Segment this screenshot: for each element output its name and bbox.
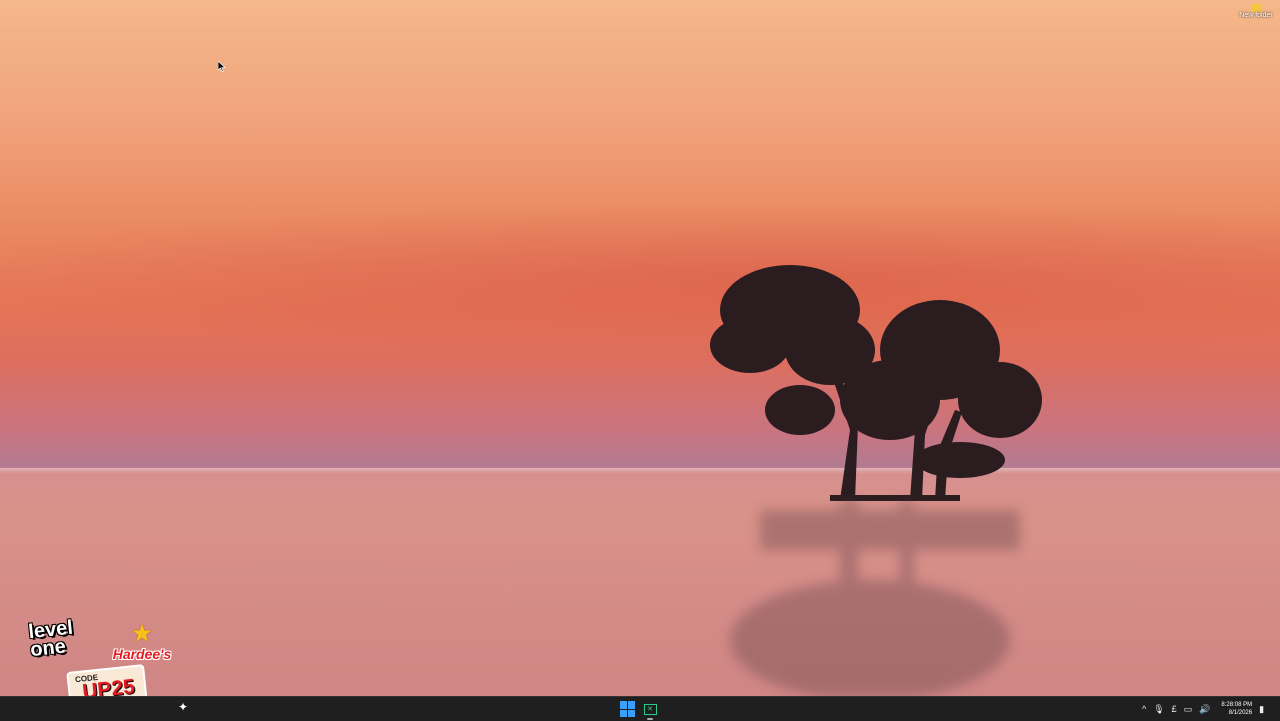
clock[interactable]: 8:28:08 PM 8/1/2026	[1221, 701, 1252, 717]
network-icon[interactable]: ▭	[1184, 704, 1193, 715]
hardees-logo: ★ Hardee's	[110, 620, 174, 668]
mouse-pointer-icon	[218, 61, 226, 72]
app-glyph: ✕	[643, 703, 657, 715]
microphone-icon[interactable]: 🎙	[1153, 704, 1164, 715]
hardees-name: Hardee's	[112, 646, 172, 662]
horizon-line	[0, 468, 1280, 474]
chevron-up-icon[interactable]: ^	[1142, 704, 1146, 714]
level-one-line2: one	[29, 635, 67, 662]
input-method-icon[interactable]: £	[1172, 704, 1177, 714]
taskbar: ✦ ✕ ^ 🎙 £ ▭ 🔊 8:28:08 PM 8/1/2026 ▮	[0, 696, 1280, 721]
promo-logos: level one ★ Hardee's CODE UP25	[26, 606, 186, 696]
sunset-cloud-band	[0, 200, 1280, 360]
clock-time: 8:28:08 PM	[1221, 702, 1253, 708]
taskbar-apps: ✕	[620, 701, 658, 720]
tree-silhouette	[710, 265, 1042, 501]
level-one-logo: level one	[27, 617, 93, 673]
notification-icon[interactable]: ▮	[1259, 704, 1264, 715]
desktop-icon-new-folder[interactable]: New folder	[1236, 4, 1276, 19]
clock-date: 8/1/2026	[1228, 710, 1253, 716]
star-icon: ★	[130, 618, 154, 648]
folder-icon	[1251, 4, 1261, 12]
tree-reflection	[730, 500, 1020, 696]
desktop-icon-label: New folder	[1239, 12, 1273, 19]
desktop-wallpaper: New folder level one ★ Hardee's CODE UP2…	[0, 0, 1280, 696]
sparkle-icon[interactable]: ✦	[178, 700, 188, 714]
volume-icon[interactable]: 🔊	[1199, 704, 1210, 715]
system-tray: ^ 🎙 £ ▭ 🔊 8:28:08 PM 8/1/2026 ▮	[1142, 697, 1264, 721]
windows-start-icon[interactable]	[620, 701, 636, 717]
promo-code-badge: CODE UP25	[66, 664, 148, 696]
terminal-app-icon[interactable]: ✕	[642, 701, 658, 720]
